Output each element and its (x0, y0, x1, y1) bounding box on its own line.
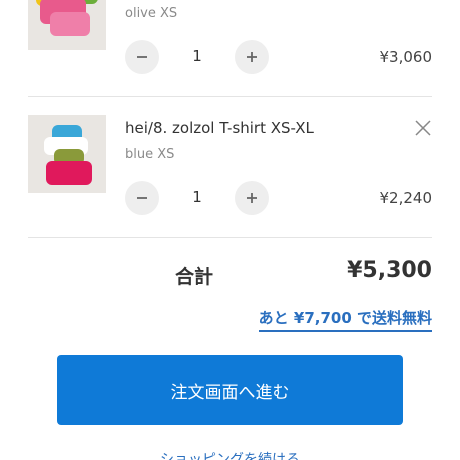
item-variant: blue XS (125, 147, 175, 162)
item-title[interactable]: hei/8. zolzol T-shirt XS-XL (125, 119, 314, 137)
product-image[interactable] (28, 115, 106, 193)
product-image[interactable] (28, 0, 106, 50)
item-price: ¥2,240 (379, 189, 433, 207)
minus-icon (137, 56, 147, 58)
continue-shopping-link[interactable]: ショッピングを続ける (0, 449, 460, 460)
divider (28, 96, 432, 97)
quantity-value[interactable]: 1 (180, 47, 214, 65)
remove-item-button[interactable] (414, 119, 432, 137)
quantity-value[interactable]: 1 (180, 188, 214, 206)
item-price: ¥3,060 (379, 48, 433, 66)
increase-quantity-button[interactable] (235, 40, 269, 74)
cart-page: olive XS 1 ¥3,060 hei/8. zolzol T-shirt … (0, 0, 460, 460)
minus-icon (137, 197, 147, 199)
increase-quantity-button[interactable] (235, 181, 269, 215)
plus-icon (247, 193, 257, 203)
checkout-button[interactable]: 注文画面へ進む (57, 355, 403, 425)
plus-icon (247, 52, 257, 62)
total-value: ¥5,300 (347, 258, 432, 283)
item-variant: olive XS (125, 6, 178, 21)
close-icon (415, 120, 431, 136)
total-label: 合計 (175, 266, 214, 288)
free-shipping-link[interactable]: あと ¥7,700 で送料無料 (258, 307, 432, 332)
decrease-quantity-button[interactable] (125, 40, 159, 74)
divider (28, 237, 432, 238)
decrease-quantity-button[interactable] (125, 181, 159, 215)
